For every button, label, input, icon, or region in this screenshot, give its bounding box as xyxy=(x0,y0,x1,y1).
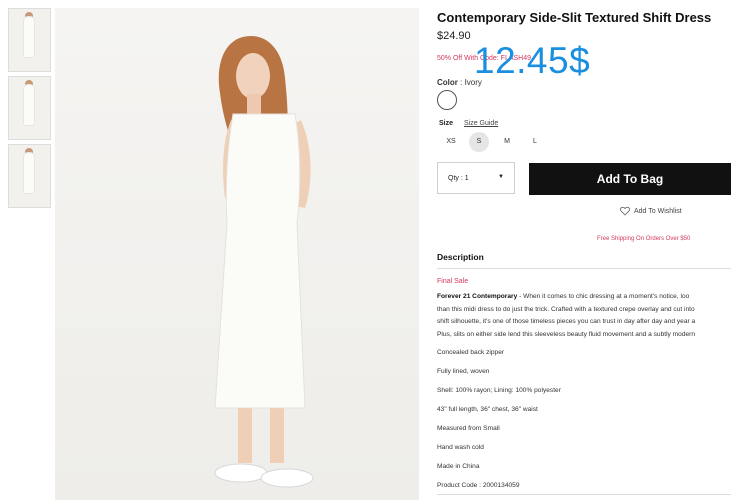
description-line: Plus, slits on either side lend this sle… xyxy=(437,330,696,338)
description-line: Forever 21 Contemporary - When it comes … xyxy=(437,291,731,304)
description-body: Forever 21 Contemporary - When it comes … xyxy=(437,291,731,341)
size-guide-link[interactable]: Size Guide xyxy=(464,120,498,127)
size-label: Size xyxy=(439,120,454,127)
thumb-figure xyxy=(24,17,34,57)
add-to-bag-button[interactable]: Add To Bag xyxy=(529,163,731,195)
brand-name: Forever 21 Contemporary xyxy=(437,293,518,300)
description-line: than this midi dress to do just the tric… xyxy=(437,305,695,313)
overlay-price: 12.45$ xyxy=(474,40,591,81)
heart-icon xyxy=(620,206,630,216)
size-options: XS S M L xyxy=(441,132,553,152)
spec-item: Measured from Small xyxy=(437,425,500,432)
spec-item: Made in China xyxy=(437,463,480,470)
thumbnail-2[interactable] xyxy=(8,76,51,140)
size-option-l[interactable]: L xyxy=(525,132,545,152)
description-heading: Description xyxy=(437,252,484,262)
free-shipping-text: Free Shipping On Orders Over $50 xyxy=(597,236,691,242)
color-label: Color : Ivory xyxy=(437,78,482,87)
divider xyxy=(437,494,731,495)
thumb-figure xyxy=(24,85,34,125)
spec-item: 43" full length, 36" chest, 36" waist xyxy=(437,406,538,413)
size-option-m[interactable]: M xyxy=(497,132,517,152)
thumb-figure xyxy=(24,153,34,193)
final-sale-label: Final Sale xyxy=(437,278,469,285)
quantity-value: Qty : 1 xyxy=(448,175,469,182)
spec-item: Fully lined, woven xyxy=(437,368,490,375)
quantity-select[interactable]: Qty : 1 ▼ xyxy=(437,162,515,194)
description-line: shift silhouette, it's one of those time… xyxy=(437,318,696,326)
wishlist-label: Add To Wishlist xyxy=(634,207,682,215)
spec-item: Hand wash cold xyxy=(437,444,484,451)
divider xyxy=(437,268,731,269)
model-illustration xyxy=(214,36,314,488)
product-price: $24.90 xyxy=(437,30,471,42)
dropdown-arrow-icon: ▼ xyxy=(498,174,504,180)
spec-item: Concealed back zipper xyxy=(437,349,505,356)
wishlist-link[interactable]: Add To Wishlist xyxy=(620,206,682,216)
color-swatch-ivory[interactable] xyxy=(437,90,457,110)
thumbnail-3[interactable] xyxy=(8,144,51,208)
main-product-image[interactable] xyxy=(55,8,419,500)
thumbnail-strip xyxy=(8,8,51,212)
description-text: - When it comes to chic dressing at a mo… xyxy=(517,293,690,300)
product-title: Contemporary Side-Slit Textured Shift Dr… xyxy=(437,10,712,25)
size-option-xs[interactable]: XS xyxy=(441,132,461,152)
color-value: : Ivory xyxy=(460,78,482,87)
thumbnail-1[interactable] xyxy=(8,8,51,72)
spec-item: Shell: 100% rayon; Lining: 100% polyeste… xyxy=(437,387,561,394)
size-option-s[interactable]: S xyxy=(469,132,489,152)
color-label-title: Color xyxy=(437,78,458,87)
spec-item: Product Code : 2000134059 xyxy=(437,482,520,489)
size-row: Size Size Guide xyxy=(439,120,498,127)
spec-list: Concealed back zipper Fully lined, woven… xyxy=(437,347,561,499)
